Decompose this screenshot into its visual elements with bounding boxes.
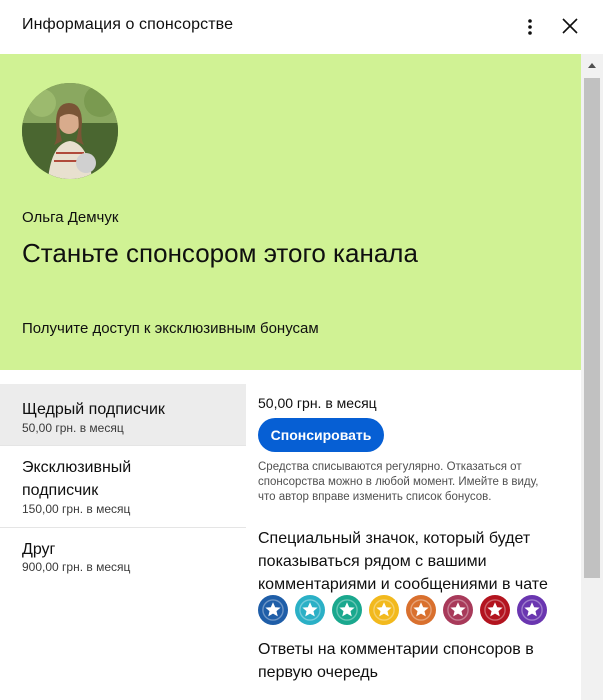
loyalty-badge-star-icon	[258, 595, 288, 625]
tier-name: Щедрый подписчик	[22, 401, 165, 418]
loyalty-badge-star-icon	[332, 595, 362, 625]
loyalty-badges	[258, 595, 554, 625]
creator-name: Ольга Демчук	[22, 209, 119, 226]
creator-avatar	[22, 83, 118, 179]
sponsor-hero: Ольга Демчук Станьте спонсором этого кан…	[0, 54, 581, 370]
perk-badge-text: Специальный значок, который будет показы…	[258, 530, 548, 593]
loyalty-badge-star-icon	[517, 595, 547, 625]
tier-item-generous[interactable]: Щедрый подписчик 50,00 грн. в месяц	[0, 384, 246, 446]
more-vert-icon	[528, 19, 532, 35]
loyalty-badge-star-icon	[480, 595, 510, 625]
loyalty-badge-star-icon	[406, 595, 436, 625]
hero-subtitle: Получите доступ к эксклюзивным бонусам	[22, 320, 319, 337]
billing-disclaimer: Средства списываются регулярно. Отказать…	[258, 461, 539, 503]
tier-item-exclusive[interactable]: Эксклюзивный подписчик 150,00 грн. в мес…	[0, 446, 246, 528]
loyalty-badge-star-icon	[369, 595, 399, 625]
loyalty-badge-star-icon	[443, 595, 473, 625]
close-icon	[562, 18, 578, 34]
dialog-header: Информация о спонсорстве	[0, 0, 603, 54]
scroll-up-arrow[interactable]	[581, 54, 603, 76]
tier-name: Друг	[22, 541, 56, 558]
tier-price: 900,00 грн. в месяц	[22, 560, 131, 574]
tier-price: 50,00 грн. в месяц	[22, 421, 124, 435]
scrollbar-thumb[interactable]	[584, 78, 600, 578]
tier-price: 150,00 грн. в месяц	[22, 502, 131, 516]
tier-item-friend[interactable]: Друг 900,00 грн. в месяц	[0, 528, 246, 586]
tier-price-line: 50,00 грн. в месяц	[258, 395, 377, 411]
loyalty-badge-star-icon	[295, 595, 325, 625]
more-options-button[interactable]	[516, 13, 544, 41]
vertical-scrollbar[interactable]	[581, 54, 603, 700]
hero-title: Станьте спонсором этого канала	[22, 238, 418, 268]
dialog-content: Ольга Демчук Станьте спонсором этого кан…	[0, 54, 581, 700]
perk-replies-text: Ответы на комментарии спонсоров в первую…	[258, 641, 534, 681]
triangle-up-icon	[588, 62, 596, 68]
close-button[interactable]	[556, 12, 584, 40]
tier-name: Эксклюзивный подписчик	[22, 459, 132, 499]
dialog-title: Информация о спонсорстве	[22, 16, 234, 33]
sponsor-button[interactable]: Спонсировать	[258, 418, 384, 452]
